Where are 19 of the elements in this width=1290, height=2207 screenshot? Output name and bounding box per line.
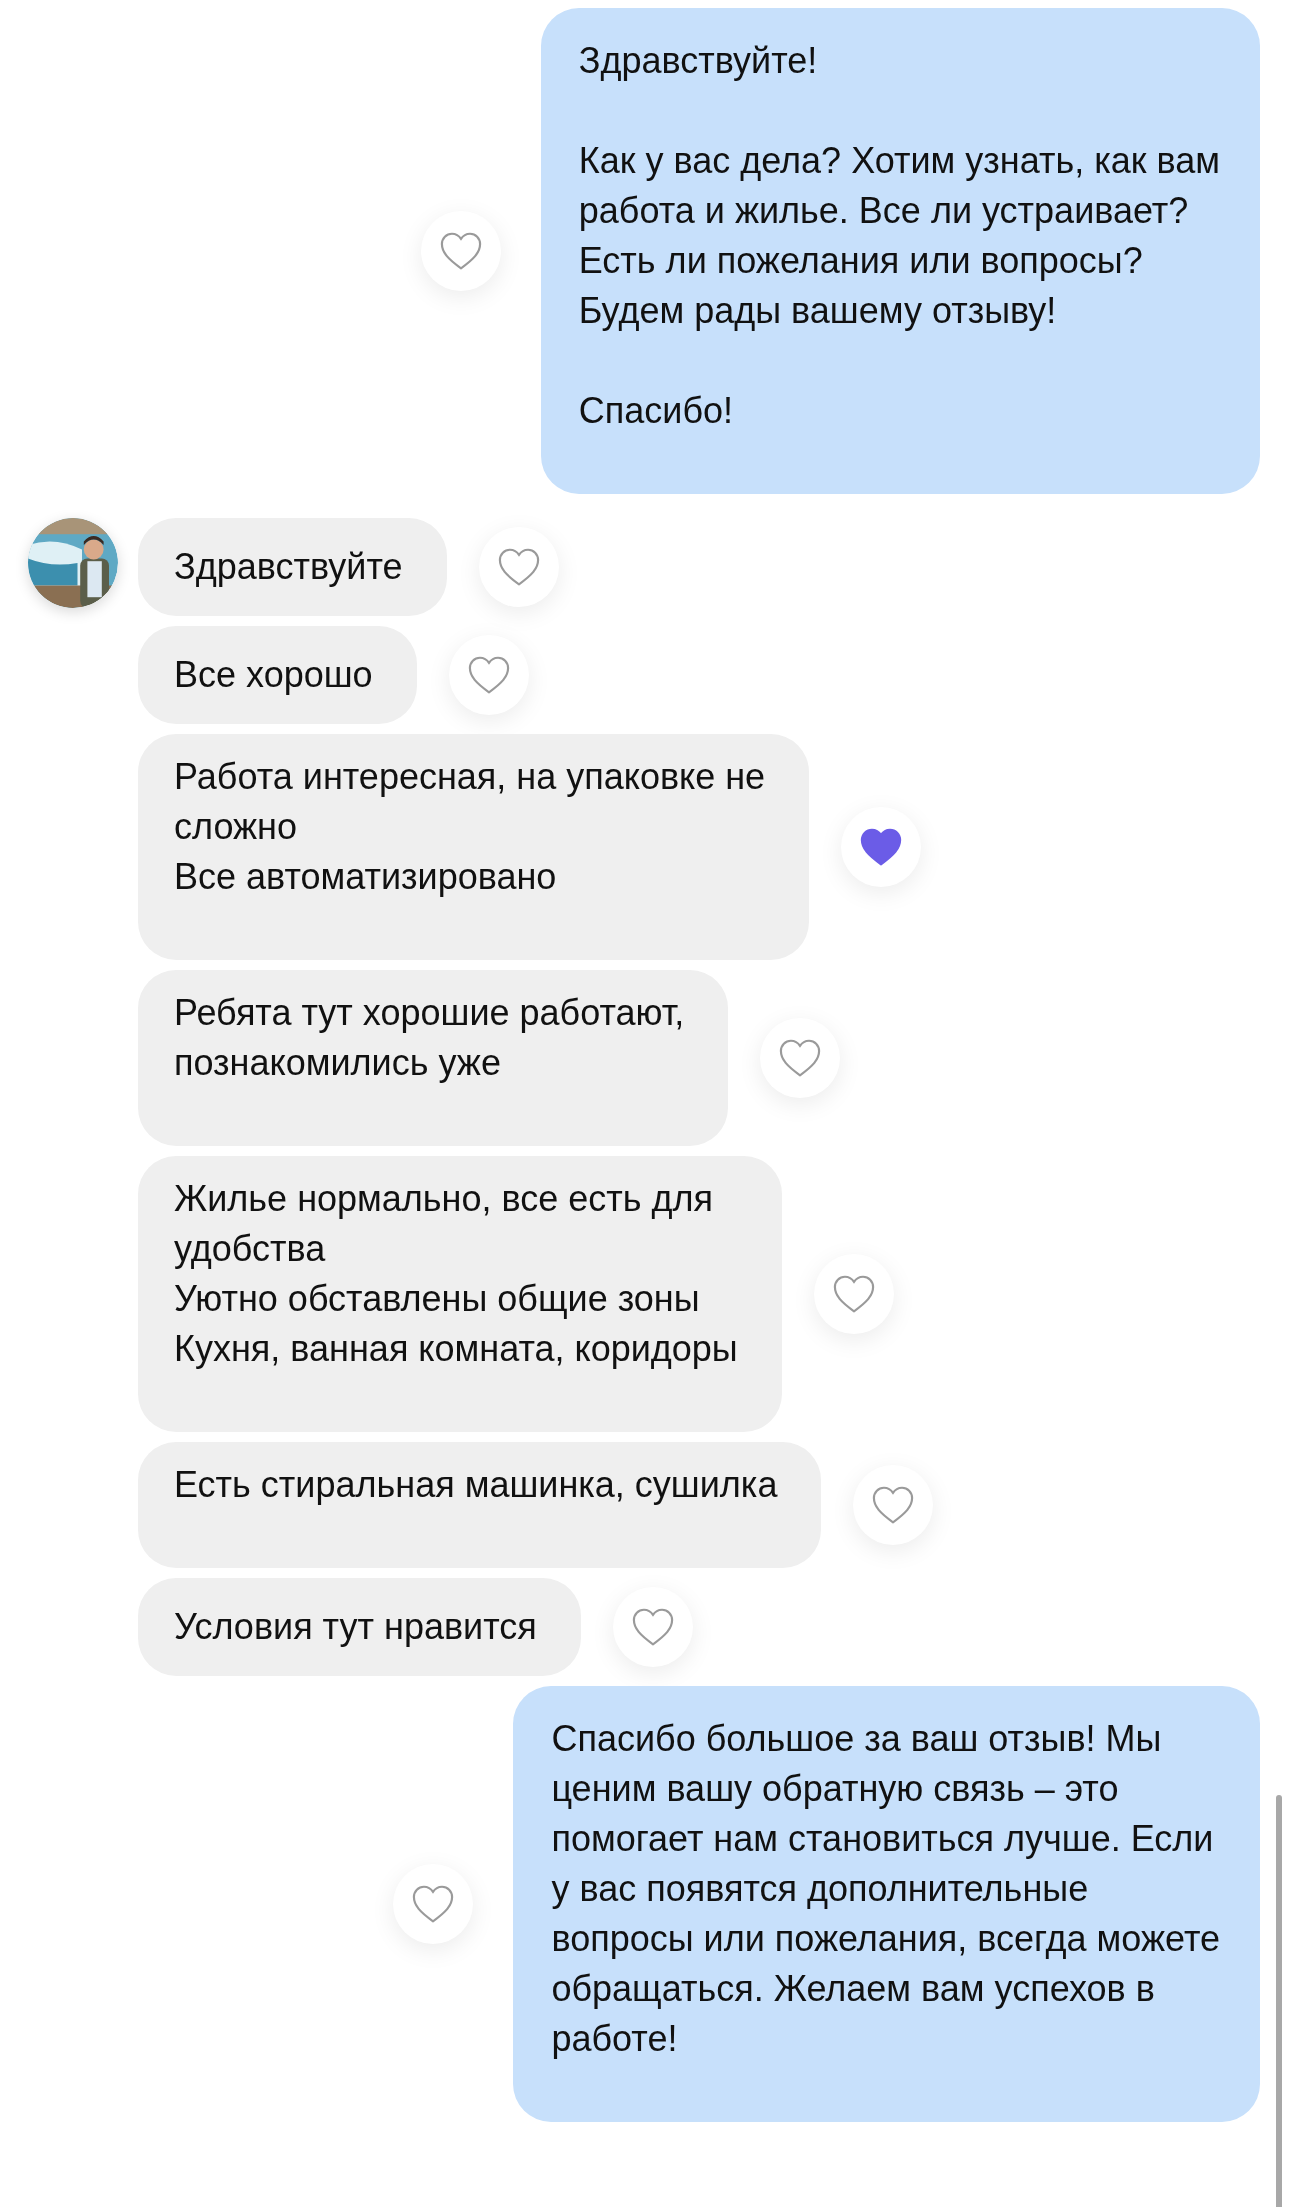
heart-icon [411, 1884, 456, 1924]
heart-icon [466, 655, 511, 695]
message-bubble: Здравствуйте [138, 518, 447, 616]
message-bubble: Все хорошо [138, 626, 417, 724]
scrollbar[interactable] [1276, 1795, 1282, 2207]
heart-icon [778, 1038, 823, 1078]
message-bubble: Здравствуйте! Как у вас дела? Хотим узнать, как вам работа и жилье. Все ли устраивает? Есть ли пожелания или вопросы? Будем рады вашему отзыву! Спасибо! [540, 8, 1260, 494]
heart-icon [859, 827, 904, 867]
heart-icon [438, 231, 483, 271]
heart-icon [871, 1485, 916, 1525]
message-bubble: Есть стиральная машинка, сушилка [138, 1442, 822, 1568]
message-bubble: Спасибо большое за ваш отзыв! Мы ценим вашу обратную связь – это помогает нам становиться лучше. Если у вас появятся дополнительные вопросы или пожелания, всегда можете обращаться. Желаем вам успехов в работе! [513, 1686, 1260, 2122]
message-bubble: Жилье нормально, все есть для удобства Уютно обставлены общие зоны Кухня, ванная комната, коридоры [138, 1156, 782, 1432]
heart-icon [496, 547, 541, 587]
heart-icon [630, 1607, 675, 1647]
message-bubble: Условия тут нравится [138, 1578, 581, 1676]
message-bubble: Работа интересная, на упаковке не сложно Все автоматизировано [138, 734, 810, 960]
message-bubble: Ребята тут хорошие работают, познакомились уже [138, 970, 729, 1146]
heart-icon [831, 1274, 876, 1314]
